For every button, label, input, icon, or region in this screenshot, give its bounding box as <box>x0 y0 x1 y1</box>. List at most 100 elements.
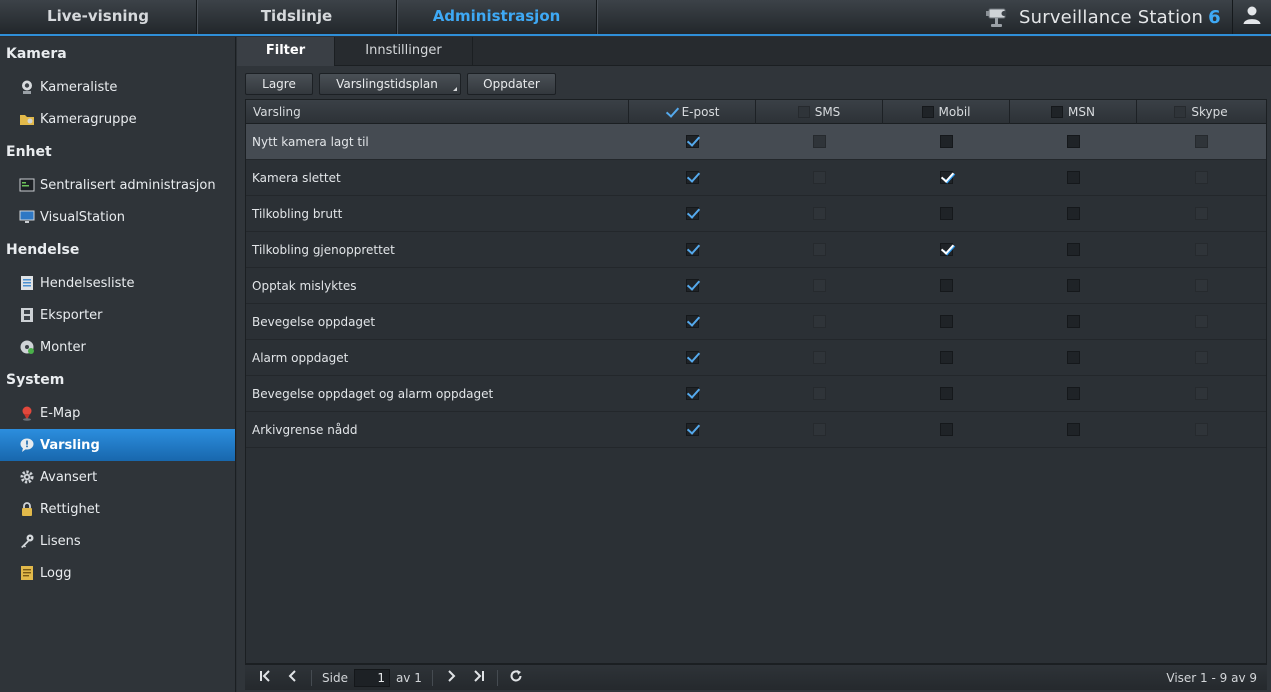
checkbox-msn[interactable] <box>1067 423 1080 436</box>
next-page-button[interactable] <box>437 665 465 691</box>
checkbox-msn[interactable] <box>1067 351 1080 364</box>
header-checkbox-e-post[interactable] <box>665 106 677 118</box>
sidebar-item-label: VisualStation <box>40 209 126 225</box>
table-row[interactable]: Arkivgrense nådd <box>246 412 1266 448</box>
tab-innstillinger[interactable]: Innstillinger <box>335 37 473 66</box>
sidebar-item-monter[interactable]: Monter <box>0 331 235 363</box>
table-row[interactable]: Bevegelse oppdaget og alarm oppdaget <box>246 376 1266 412</box>
header-checkbox-mobil[interactable] <box>921 106 934 118</box>
save-button[interactable]: Lagre <box>245 73 313 95</box>
checkbox-e-post[interactable] <box>686 423 699 436</box>
last-page-button[interactable] <box>465 665 493 691</box>
notification-name: Arkivgrense nådd <box>252 422 358 437</box>
checkbox-mobil[interactable] <box>940 171 953 184</box>
checkbox-mobil[interactable] <box>940 207 953 220</box>
checkbox-e-post[interactable] <box>686 279 699 292</box>
checkbox-msn[interactable] <box>1067 135 1080 148</box>
table-row[interactable]: Alarm oppdaget <box>246 340 1266 376</box>
checkbox-msn[interactable] <box>1067 207 1080 220</box>
first-page-button[interactable] <box>251 665 279 691</box>
sidebar-item-eksporter[interactable]: Eksporter <box>0 299 235 331</box>
table-row[interactable]: Bevegelse oppdaget <box>246 304 1266 340</box>
notification-name: Alarm oppdaget <box>252 350 349 365</box>
sidebar-item-lisens[interactable]: Lisens <box>0 525 235 557</box>
cell-e-post <box>629 268 756 303</box>
checkbox-e-post[interactable] <box>686 243 699 256</box>
tab-live-visning[interactable]: Live-visning <box>0 0 197 34</box>
sidebar-section-enhet: Enhet <box>6 144 52 160</box>
toolbar: Lagre Varslingstidsplan Oppdater <box>245 73 556 95</box>
cell-skype <box>1137 232 1265 267</box>
cell-sms <box>756 232 883 267</box>
header-checkbox-sms[interactable] <box>797 106 810 118</box>
column-header-sms[interactable]: SMS <box>756 100 883 124</box>
film-icon <box>19 307 35 323</box>
cell-msn <box>1010 124 1137 159</box>
sidebar-item-kameragruppe[interactable]: Kameragruppe <box>0 103 235 135</box>
table-row[interactable]: Kamera slettet <box>246 160 1266 196</box>
cell-skype <box>1137 268 1265 303</box>
checkbox-msn[interactable] <box>1067 171 1080 184</box>
map-pin-icon <box>19 405 35 421</box>
checkbox-e-post[interactable] <box>686 351 699 364</box>
checkbox-msn[interactable] <box>1067 315 1080 328</box>
page-number-input[interactable]: 1 <box>353 668 390 687</box>
checkbox-msn[interactable] <box>1067 279 1080 292</box>
cell-mobil <box>883 340 1010 375</box>
cell-mobil <box>883 268 1010 303</box>
grid-header: Varsling E-post SMS Mobil MSN Skype <box>246 100 1266 124</box>
notification-name: Kamera slettet <box>252 170 341 185</box>
checkbox-mobil[interactable] <box>940 387 953 400</box>
column-header-mobil[interactable]: Mobil <box>883 100 1010 124</box>
column-header-varsling[interactable]: Varsling <box>246 100 629 124</box>
reload-button[interactable] <box>502 665 530 691</box>
sidebar-item-kameraliste[interactable]: Kameraliste <box>0 71 235 103</box>
checkbox-sms <box>813 351 826 364</box>
notification-schedule-button[interactable]: Varslingstidsplan <box>319 73 461 95</box>
checkbox-mobil[interactable] <box>940 279 953 292</box>
checkbox-msn[interactable] <box>1067 387 1080 400</box>
sidebar-item-rettighet[interactable]: Rettighet <box>0 493 235 525</box>
checkbox-e-post[interactable] <box>686 171 699 184</box>
column-header-e-post[interactable]: E-post <box>629 100 756 124</box>
previous-page-button[interactable] <box>279 665 307 691</box>
sidebar-item-avansert[interactable]: Avansert <box>0 461 235 493</box>
table-row[interactable]: Tilkobling brutt <box>246 196 1266 232</box>
column-header-msn[interactable]: MSN <box>1010 100 1137 124</box>
cell-mobil <box>883 412 1010 447</box>
sidebar-item-label: Lisens <box>40 533 81 549</box>
checkbox-msn[interactable] <box>1067 243 1080 256</box>
checkbox-e-post[interactable] <box>686 135 699 148</box>
notification-name: Bevegelse oppdaget og alarm oppdaget <box>252 386 494 401</box>
tab-filter[interactable]: Filter <box>237 37 335 66</box>
column-header-skype[interactable]: Skype <box>1137 100 1265 124</box>
user-menu-button[interactable] <box>1232 0 1271 34</box>
checkbox-e-post[interactable] <box>686 207 699 220</box>
table-row[interactable]: Opptak mislyktes <box>246 268 1266 304</box>
sidebar-item-e-map[interactable]: E-Map <box>0 397 235 429</box>
cell-e-post <box>629 376 756 411</box>
checkbox-mobil[interactable] <box>940 315 953 328</box>
checkbox-mobil[interactable] <box>940 423 953 436</box>
sidebar-item-logg[interactable]: Logg <box>0 557 235 589</box>
column-label: MSN <box>1068 104 1095 119</box>
checkbox-mobil[interactable] <box>940 135 953 148</box>
sidebar-item-hendelsesliste[interactable]: Hendelsesliste <box>0 267 235 299</box>
sidebar-item-sentralisert-administrasjon[interactable]: Sentralisert administrasjon <box>0 169 235 201</box>
checkbox-mobil[interactable] <box>940 243 953 256</box>
tab-tidslinje[interactable]: Tidslinje <box>197 0 397 34</box>
cell-sms <box>756 304 883 339</box>
cell-msn <box>1010 268 1137 303</box>
table-row[interactable]: Tilkobling gjenopprettet <box>246 232 1266 268</box>
tab-administrasjon[interactable]: Administrasjon <box>397 0 597 34</box>
header-checkbox-msn[interactable] <box>1051 106 1064 118</box>
sidebar-item-visualstation[interactable]: VisualStation <box>0 201 235 233</box>
sidebar-item-varsling[interactable]: Varsling <box>0 429 235 461</box>
checkbox-mobil[interactable] <box>940 351 953 364</box>
checkbox-e-post[interactable] <box>686 387 699 400</box>
table-row[interactable]: Nytt kamera lagt til <box>246 124 1266 160</box>
sidebar-item-label: Varsling <box>40 437 100 453</box>
header-checkbox-skype[interactable] <box>1174 106 1187 118</box>
checkbox-e-post[interactable] <box>686 315 699 328</box>
refresh-button[interactable]: Oppdater <box>467 73 556 95</box>
